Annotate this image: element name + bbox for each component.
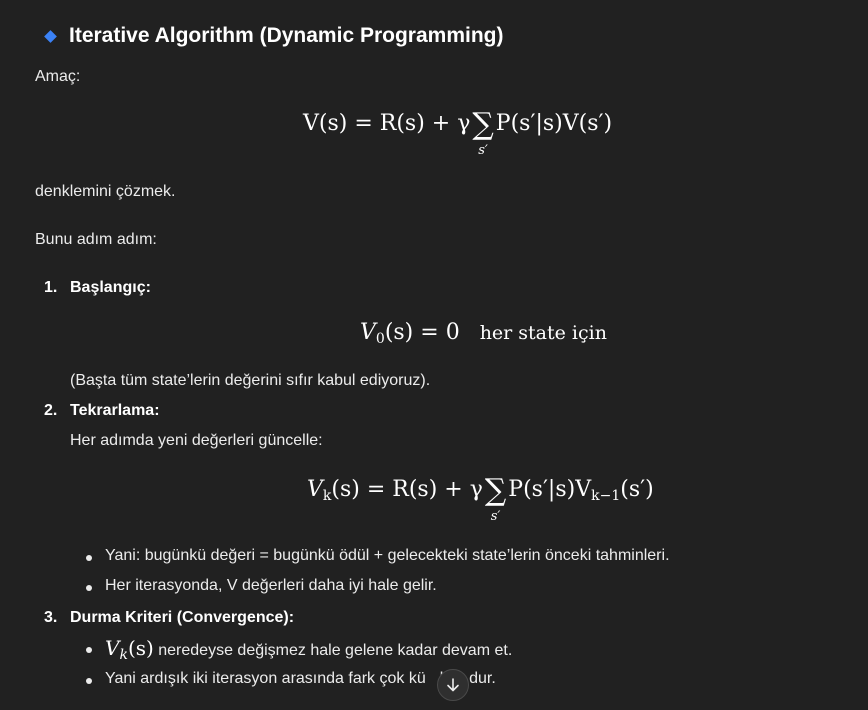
bullet-dot <box>86 678 92 684</box>
step-2-bullet-1: Yani: bugünkü değeri = bugünkü ödül + ge… <box>105 547 670 564</box>
init-text: her state için <box>479 322 607 344</box>
eq1-rhs: P(s′|s)V(s′) <box>495 111 613 136</box>
bullet-dot <box>86 647 92 653</box>
bullet-dot <box>86 585 92 591</box>
scroll-to-bottom-button[interactable] <box>437 669 469 701</box>
bunu-text: Bunu adım adım: <box>35 231 157 248</box>
eq1-lhs: V(s) = R(s) + γ <box>303 111 471 136</box>
inline-vk: Vk(s) <box>105 636 154 663</box>
sum-index: s′ <box>478 143 488 158</box>
section-heading: Iterative Algorithm (Dynamic Programming… <box>42 24 503 48</box>
step-2-number: 2. <box>44 402 58 419</box>
init-sub: 0 <box>375 331 385 347</box>
chat-message: Iterative Algorithm (Dynamic Programming… <box>0 0 868 710</box>
upd-v: V <box>307 477 323 502</box>
bellman-equation: V(s) = R(s) + γ∑ s′ P(s′|s)V(s′) <box>303 107 613 158</box>
step-3-bullet-1: Vk(s) neredeyse değişmez hale gelene kad… <box>105 636 512 663</box>
sum-symbol-2: ∑ s′ <box>484 473 507 524</box>
sum-symbol: ∑ s′ <box>472 107 494 158</box>
step-3-number: 3. <box>44 609 58 626</box>
step-2-bullet-2: Her iterasyonda, V değerleri daha iyi ha… <box>105 577 437 594</box>
denklemini-text: denklemini çözmek. <box>35 183 176 200</box>
heading-text: Iterative Algorithm (Dynamic Programming… <box>69 24 504 47</box>
amac-label: Amaç: <box>35 68 81 85</box>
arrow-down-icon <box>447 678 459 692</box>
inline-v: V <box>105 636 120 660</box>
bullet2-part-a: Yani ardışık iki iterasyon arasında fark… <box>105 670 426 687</box>
upd-end: (s′) <box>620 477 654 502</box>
upd-mid: (s) = R(s) + γ <box>331 477 483 502</box>
inline-arg: (s) <box>127 636 154 660</box>
blue-diamond-icon <box>44 29 57 43</box>
update-equation: Vk(s) = R(s) + γ∑ s′ P(s′|s)Vk−1(s′) <box>307 473 654 524</box>
step-2-desc: Her adımda yeni değerleri güncelle: <box>70 432 323 449</box>
upd-p: P(s′|s)V <box>508 477 592 502</box>
step-1-title: Başlangıç: <box>70 279 151 296</box>
upd-psub: k−1 <box>591 488 621 504</box>
step-1-number: 1. <box>44 279 58 296</box>
step-2-title: Tekrarlama: <box>70 402 160 419</box>
inline-sub: k <box>119 647 128 663</box>
step-3-title: Durma Kriteri (Convergence): <box>70 609 295 626</box>
sum-index-2: s′ <box>490 509 501 524</box>
init-rest: (s) = 0 <box>384 320 460 345</box>
inline-text: neredeyse değişmez hale gelene kadar dev… <box>153 642 513 659</box>
bullet-dot <box>86 555 92 561</box>
init-equation: V0(s) = 0 her state için <box>360 320 607 347</box>
init-v: V <box>360 320 376 345</box>
step-1-note: (Başta tüm state’lerin değerini sıfır ka… <box>70 372 431 389</box>
